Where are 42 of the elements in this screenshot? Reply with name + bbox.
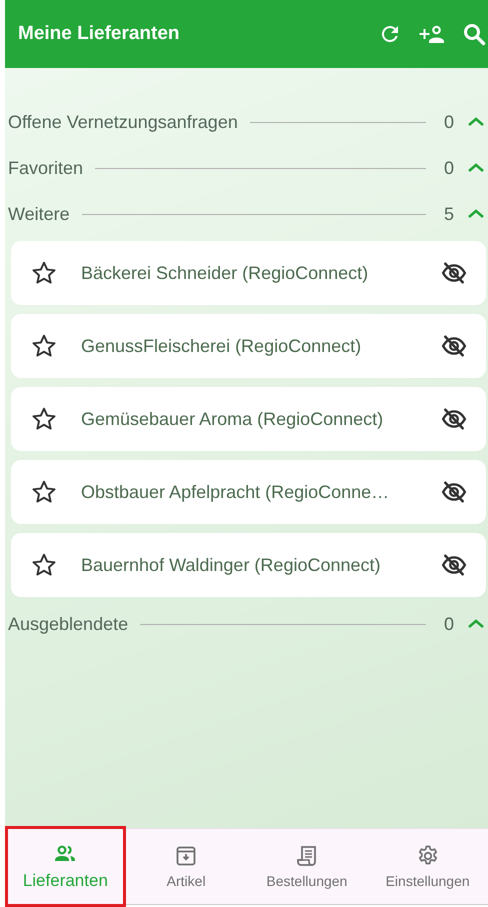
supplier-name: Obstbauer Apfelpracht (RegioConne… [81,482,390,502]
hide-button[interactable] [440,260,468,286]
supplier-name: Bäckerei Schneider (RegioConnect) [81,262,370,284]
section-count: 5 [444,204,454,224]
star-icon [31,333,57,359]
star-icon [31,260,57,286]
archive-box-icon [174,844,198,868]
hide-button[interactable] [440,479,468,505]
nav-tab[interactable]: Lieferanten [5,826,126,907]
eye-slash-icon [440,406,468,432]
eye-slash-icon [440,333,468,359]
search-button[interactable] [462,22,486,46]
supplier-name: Bauernhof Waldinger (RegioConnect) [81,554,382,576]
supplier-name: GenussFleischerei (RegioConnect) [81,336,362,356]
favorite-toggle[interactable] [31,333,57,359]
favorite-toggle[interactable] [31,406,57,432]
hide-button[interactable] [440,333,468,359]
receipt-icon [294,844,319,868]
favorite-toggle[interactable] [31,479,57,505]
supplier-name: Gemüsebauer Aroma (RegioConnect) [81,408,384,430]
eye-slash-icon [440,552,468,578]
hide-button[interactable] [440,552,468,578]
eye-slash-icon [440,479,468,505]
section-title: Ausgeblendete [8,614,128,634]
star-icon [31,479,57,505]
section-title: Offene Vernetzungsanfragen [8,112,238,132]
favorite-toggle[interactable] [31,552,57,578]
section-title: Favoriten [8,158,84,178]
section-title: Weitere [8,204,70,224]
nav-tab[interactable]: Bestellungen [246,829,368,904]
nav-tab[interactable]: Einstellungen [367,829,488,904]
star-icon [31,552,57,578]
search-icon [462,22,486,46]
favorite-toggle[interactable] [31,260,57,286]
hide-button[interactable] [440,406,468,432]
section-count: 0 [444,158,454,178]
section-count: 0 [444,614,454,634]
eye-slash-icon [440,260,468,286]
page-title: Meine Lieferanten [18,23,181,45]
nav-tab[interactable]: Artikel [126,829,246,904]
star-icon [31,406,57,432]
section-count: 0 [444,112,454,132]
